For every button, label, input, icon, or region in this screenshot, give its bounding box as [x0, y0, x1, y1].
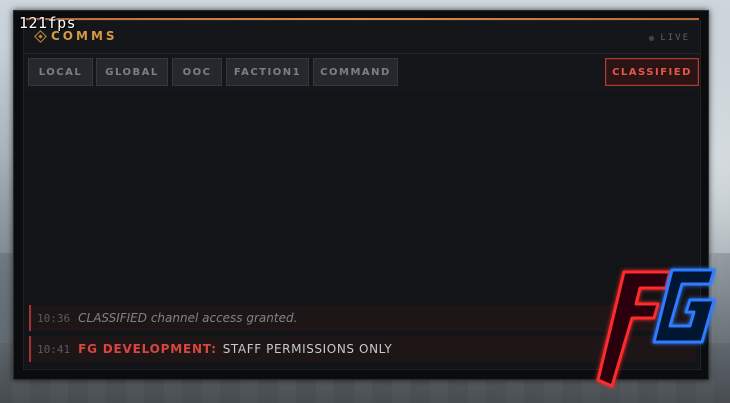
chat-header: COMMS LIVE — [24, 21, 700, 54]
fg-logo — [596, 268, 716, 388]
tab-faction1[interactable]: FACTION1 — [226, 58, 309, 86]
diamond-icon — [34, 30, 47, 43]
tab-command[interactable]: COMMAND — [313, 58, 398, 86]
status-dot-icon — [649, 35, 655, 41]
channel-tabs: LOCAL GLOBAL OOC FACTION1 COMMAND CLASSI… — [28, 58, 699, 88]
fps-counter: 121fps — [19, 14, 77, 32]
tab-ooc[interactable]: OOC — [172, 58, 222, 86]
tab-local[interactable]: LOCAL — [28, 58, 93, 86]
message-text: STAFF PERMISSIONS ONLY — [222, 342, 393, 356]
message-time: 10:41 — [37, 342, 71, 356]
tab-global[interactable]: GLOBAL — [96, 58, 168, 86]
tab-classified[interactable]: CLASSIFIED — [605, 58, 699, 86]
message-text: CLASSIFIED channel access granted. — [78, 311, 298, 325]
message-sender: FG DEVELOPMENT: — [78, 342, 217, 356]
message-time: 10:36 — [37, 311, 71, 325]
live-label: LIVE — [660, 33, 690, 43]
live-indicator: LIVE — [649, 33, 690, 43]
